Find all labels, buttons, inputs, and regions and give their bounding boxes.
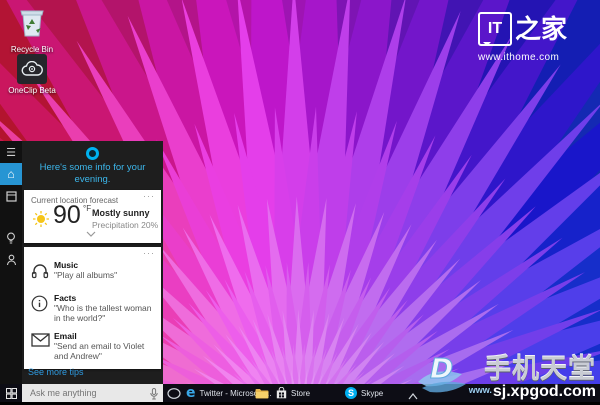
search-input[interactable]	[22, 388, 140, 398]
suggestion-email[interactable]: Email "Send an email to Violet and Andre…	[24, 331, 161, 369]
ithome-logo-badge: IT	[478, 12, 512, 46]
explorer-icon	[255, 388, 269, 399]
home-icon: ⌂	[7, 167, 14, 181]
sidebar-item-notebook[interactable]	[0, 185, 22, 207]
oneclip-tile	[17, 54, 47, 84]
skype-icon: S	[345, 387, 357, 399]
weather-unit: °F	[83, 204, 91, 213]
cortana-greeting: Here's some info for your evening.	[22, 162, 163, 186]
taskbar-app-explorer[interactable]	[252, 384, 272, 402]
taskbar-app-skype[interactable]: S Skype	[342, 384, 386, 402]
suggestion-title: Facts	[54, 293, 76, 303]
windows-logo-icon	[6, 388, 17, 399]
taskbar-app-label: Store	[291, 389, 310, 398]
info-icon	[31, 295, 49, 313]
lightbulb-icon	[6, 232, 16, 245]
card-menu-icon[interactable]: ···	[143, 248, 155, 258]
menu-button[interactable]: ☰	[0, 141, 22, 163]
suggestion-facts[interactable]: Facts "Who is the tallest woman in the w…	[24, 293, 161, 331]
suggestion-subtitle: "Who is the tallest woman in the world?"	[54, 303, 154, 323]
task-view-button[interactable]	[164, 384, 184, 402]
expand-chevron-icon[interactable]	[86, 224, 96, 242]
hamburger-icon: ☰	[6, 146, 16, 159]
person-icon	[6, 254, 17, 266]
tray-chevron-up-icon[interactable]	[408, 387, 418, 405]
recycle-bin-icon	[17, 6, 47, 38]
ithome-watermark: IT 之家 www.ithome.com	[478, 12, 588, 63]
suggestion-subtitle: "Play all albums"	[54, 270, 154, 280]
sidebar-item-people[interactable]	[0, 249, 22, 271]
weather-precipitation: Precipitation 20%	[92, 220, 158, 230]
weather-card[interactable]: ··· Current location forecast 90 °F Most…	[24, 190, 161, 243]
cortana-orb-icon	[86, 147, 99, 160]
task-view-icon	[167, 388, 181, 399]
cortana-panel: ☰ ⌂ Here's some info for your evening	[0, 141, 163, 384]
desktop-icon-label: OneClip Beta	[4, 86, 60, 95]
ithome-badge-text: IT	[488, 20, 502, 38]
headphones-icon	[31, 262, 49, 280]
suggestion-title: Email	[54, 331, 77, 341]
desktop-icon-recycle-bin[interactable]: Recycle Bin	[4, 6, 60, 54]
microphone-icon[interactable]	[150, 387, 158, 405]
edge-icon: e	[186, 386, 196, 400]
notebook-icon	[6, 191, 17, 202]
ithome-url: www.ithome.com	[478, 52, 588, 63]
sidebar-item-ideas[interactable]	[0, 227, 22, 249]
cortana-header: Here's some info for your evening.	[22, 141, 163, 190]
weather-temperature: 90	[53, 201, 81, 230]
card-menu-icon[interactable]: ···	[143, 191, 155, 201]
suggestions-card: ··· Music "Play all albums" Facts "Who i	[24, 247, 161, 369]
envelope-icon	[31, 333, 49, 351]
taskbar: e Twitter - Microsoft ... Store S Skype	[0, 384, 600, 402]
cortana-search-box[interactable]	[22, 384, 163, 402]
suggestion-music[interactable]: Music "Play all albums"	[24, 260, 161, 292]
desktop-icon-oneclip[interactable]: OneClip Beta	[4, 54, 60, 95]
sidebar-item-home[interactable]: ⌂	[0, 163, 22, 185]
cortana-sidebar: ☰ ⌂	[0, 141, 22, 384]
weather-condition: Mostly sunny	[92, 208, 150, 218]
suggestion-title: Music	[54, 260, 78, 270]
desktop-icon-label: Recycle Bin	[4, 45, 60, 54]
cloud-icon	[21, 61, 43, 77]
start-button[interactable]	[0, 384, 22, 402]
store-icon	[276, 387, 287, 399]
taskbar-app-label: Skype	[361, 389, 383, 398]
sun-icon	[32, 210, 50, 228]
taskbar-app-store[interactable]: Store	[273, 384, 313, 402]
ithome-logo-cjk: 之家	[515, 16, 567, 42]
see-more-tips-link[interactable]: See more tips	[28, 367, 84, 377]
suggestion-subtitle: "Send an email to Violet and Andrew"	[54, 341, 154, 361]
